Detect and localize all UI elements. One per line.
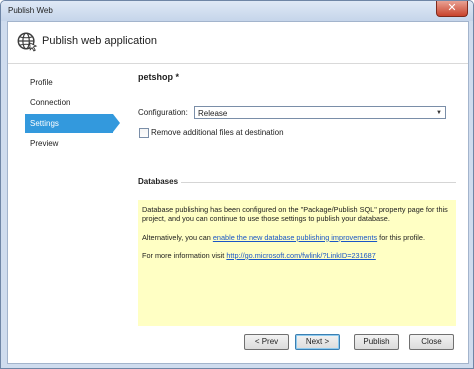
dialog-header: Publish web application [8, 22, 468, 64]
configuration-value: Release [198, 109, 228, 118]
configuration-select[interactable]: Release ▼ [194, 106, 446, 119]
remove-files-checkbox[interactable] [139, 128, 149, 138]
publish-web-dialog: Publish Web ✕ Publish web application Pr… [0, 0, 474, 369]
database-info-box: Database publishing has been configured … [138, 200, 456, 326]
dialog-body: Publish web application Profile Connecti… [7, 21, 469, 364]
next-button[interactable]: Next > [295, 334, 340, 350]
title-bar[interactable]: Publish Web ✕ [1, 1, 473, 21]
profile-name: petshop * [138, 72, 180, 82]
wizard-nav: Profile Connection Settings Preview [25, 73, 120, 155]
nav-item-connection[interactable]: Connection [25, 93, 113, 112]
nav-item-preview[interactable]: Preview [25, 134, 113, 153]
publish-button[interactable]: Publish [354, 334, 399, 350]
chevron-down-icon: ▼ [436, 110, 442, 116]
info-paragraph-3: For more information visit http://go.mic… [142, 251, 452, 260]
info-paragraph-2-prefix: Alternatively, you can [142, 232, 213, 242]
info-paragraph-3-prefix: For more information visit [142, 250, 227, 260]
more-info-link[interactable]: http://go.microsoft.com/fwlink/?LinkID=2… [226, 251, 375, 260]
databases-section-title: Databases [138, 177, 179, 186]
nav-item-profile[interactable]: Profile [25, 73, 113, 92]
button-bar: < Prev Next > Publish Close [8, 334, 468, 354]
info-paragraph-2-suffix: for this profile. [377, 232, 425, 242]
section-divider [181, 182, 456, 183]
info-paragraph-2: Alternatively, you can enable the new da… [142, 233, 452, 242]
remove-files-label: Remove additional files at destination [151, 128, 284, 137]
configuration-label: Configuration: [138, 108, 188, 117]
info-paragraph-1: Database publishing has been configured … [142, 205, 448, 224]
prev-button[interactable]: < Prev [244, 334, 289, 350]
page-title: Publish web application [42, 35, 157, 47]
globe-publish-icon [17, 32, 38, 52]
window-close-button[interactable]: ✕ [436, 1, 468, 17]
window-title: Publish Web [8, 6, 53, 15]
nav-item-settings[interactable]: Settings [25, 113, 120, 133]
close-button[interactable]: Close [409, 334, 454, 350]
enable-improvements-link[interactable]: enable the new database publishing impro… [213, 233, 377, 242]
